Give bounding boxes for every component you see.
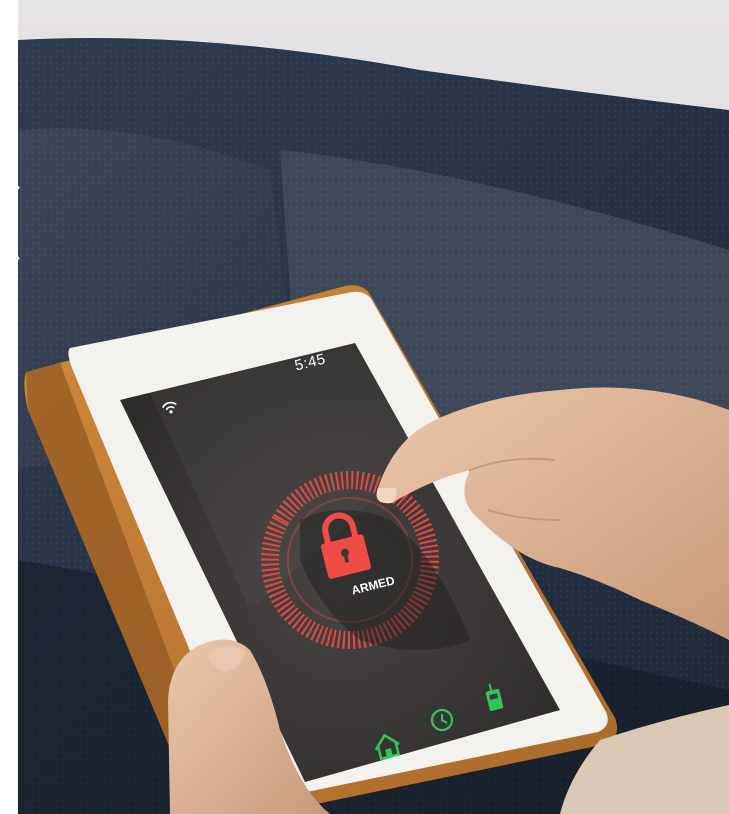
- photo-scene: [0, 0, 729, 814]
- left-margin: [0, 0, 18, 814]
- right-finger-tip: [376, 488, 397, 504]
